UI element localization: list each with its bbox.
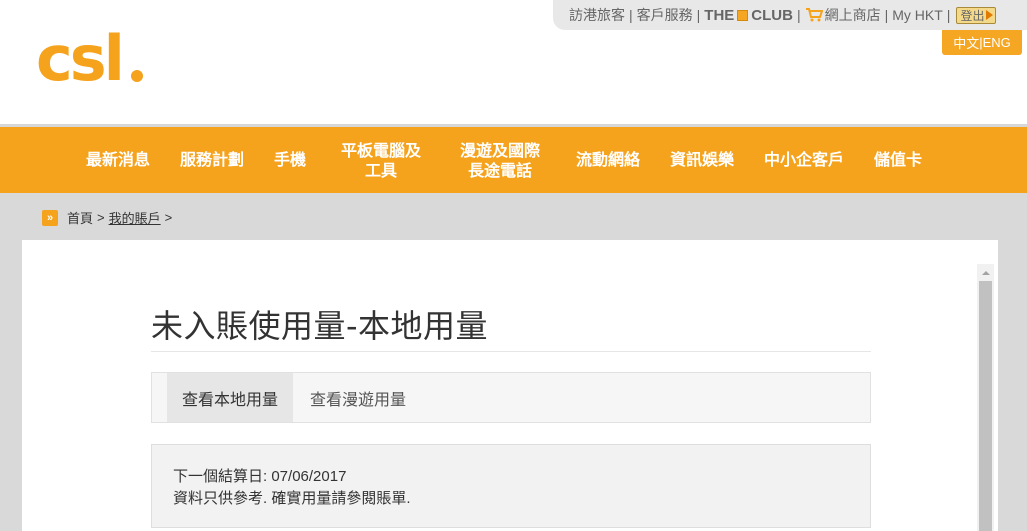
- club-prefix: THE: [704, 6, 735, 24]
- club-icon: [737, 9, 749, 21]
- online-shop-link[interactable]: 網上商店: [825, 5, 881, 25]
- breadcrumb: » 首頁 > 我的賬戶 >: [42, 208, 172, 227]
- nav-item-tablets-line1: 平板電腦及: [341, 143, 422, 160]
- breadcrumb-my-account[interactable]: 我的賬戶: [109, 208, 161, 227]
- customer-service-link[interactable]: 客戶服務: [637, 5, 693, 25]
- cart-icon: [805, 8, 823, 22]
- tab-roaming-usage[interactable]: 查看漫遊用量: [293, 373, 423, 422]
- nav-item-plans[interactable]: 服務計劃: [180, 151, 244, 171]
- billing-info-box: 下一個結算日: 07/06/2017 資料只供參考. 確實用量請參閱賬單.: [151, 444, 871, 528]
- utility-bar: 訪港旅客 | 客戶服務 | THE CLUB | 網上商店 | My HKT |…: [553, 0, 1027, 30]
- the-club-link[interactable]: THE CLUB: [704, 7, 793, 24]
- chevron-up-icon: [981, 270, 990, 275]
- breadcrumb-chevron-icon: »: [42, 209, 58, 226]
- scrollbar[interactable]: [977, 264, 994, 531]
- lang-zh[interactable]: 中文: [953, 33, 979, 52]
- nav-item-mobile-network[interactable]: 流動網絡: [576, 151, 640, 171]
- tab-local-usage[interactable]: 查看本地用量: [167, 373, 293, 422]
- my-hkt-link[interactable]: My HKT: [892, 7, 943, 23]
- disclaimer-text: 資料只供參考. 確實用量請參閱賬單.: [173, 490, 411, 507]
- nav-item-news[interactable]: 最新消息: [86, 151, 150, 171]
- breadcrumb-home[interactable]: 首頁: [67, 208, 93, 227]
- usage-tabs: 查看本地用量 查看漫遊用量: [151, 372, 871, 423]
- separator: |: [696, 7, 701, 23]
- separator: |: [629, 7, 633, 23]
- language-switcher: 中文 | ENG: [942, 30, 1022, 55]
- csl-logo[interactable]: csl: [36, 18, 146, 94]
- separator: |: [884, 7, 889, 23]
- title-divider: [151, 351, 871, 352]
- nav-item-roaming-line2: 長途電話: [468, 163, 533, 180]
- page-title: 未入賬使用量-本地用量: [151, 307, 489, 345]
- nav-item-tablets[interactable]: 平板電腦及 工具: [341, 142, 421, 182]
- svg-text:csl: csl: [36, 22, 122, 94]
- arrow-right-icon: [986, 10, 994, 20]
- scrollbar-thumb[interactable]: [979, 281, 992, 531]
- lang-en[interactable]: ENG: [983, 35, 1011, 50]
- scroll-up-button[interactable]: [977, 264, 994, 281]
- visitors-link[interactable]: 訪港旅客: [569, 5, 625, 25]
- nav-item-roaming-line1: 漫遊及國際: [460, 143, 541, 160]
- nav-item-sme[interactable]: 中小企客戶: [764, 151, 844, 171]
- separator: |: [946, 7, 951, 23]
- club-suffix: CLUB: [751, 6, 793, 24]
- breadcrumb-separator: >: [97, 210, 105, 225]
- nav-item-prepaid[interactable]: 儲值卡: [874, 151, 922, 171]
- nav-item-phones[interactable]: 手機: [274, 151, 306, 171]
- nav-item-tablets-line2: 工具: [365, 163, 398, 180]
- main-nav: 最新消息 服務計劃 手機 平板電腦及 工具 漫遊及國際 長途電話 流動網絡 資訊…: [0, 127, 1027, 193]
- nav-item-roaming[interactable]: 漫遊及國際 長途電話: [460, 142, 540, 182]
- next-billing-date: 下一個結算日: 07/06/2017: [173, 468, 347, 485]
- separator: |: [796, 7, 801, 23]
- logout-label: 登出: [960, 8, 985, 23]
- nav-item-infotainment[interactable]: 資訊娛樂: [670, 151, 734, 171]
- breadcrumb-separator: >: [164, 210, 173, 225]
- logout-button[interactable]: 登出: [956, 6, 997, 24]
